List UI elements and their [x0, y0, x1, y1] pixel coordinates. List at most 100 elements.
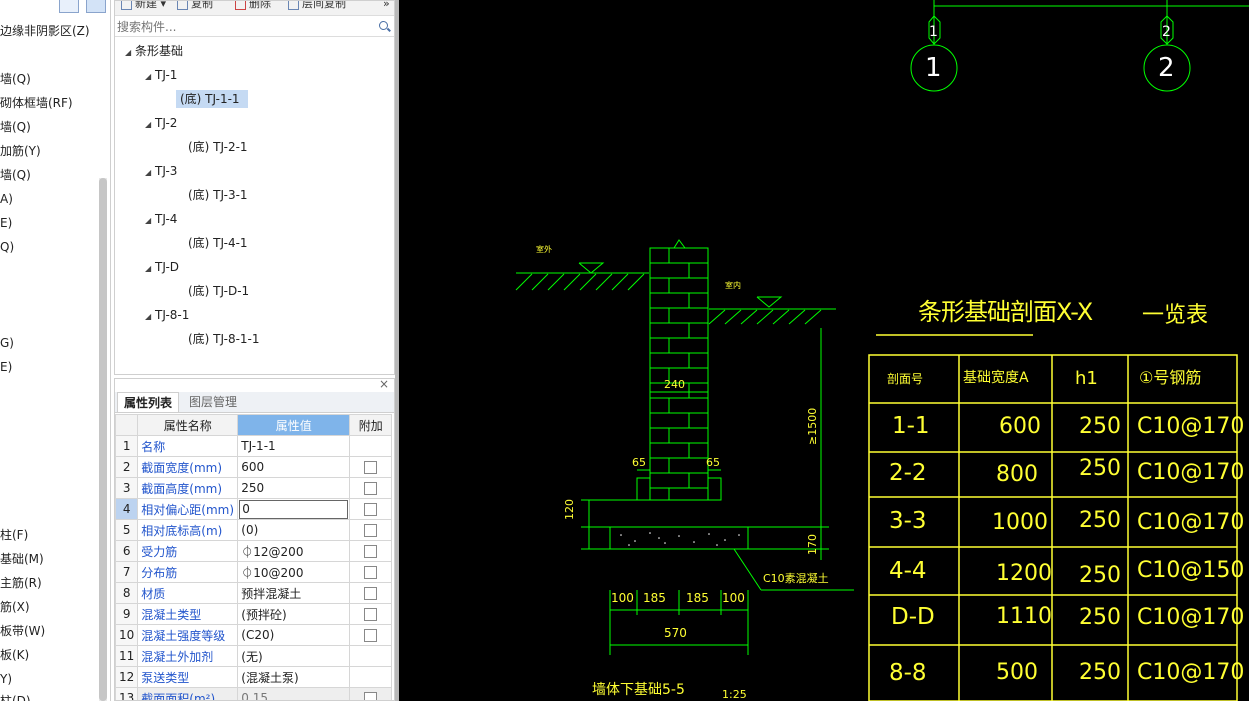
extra-checkbox[interactable]: [364, 629, 378, 642]
nav-scrollbar-thumb[interactable]: [99, 178, 107, 701]
collapse-icon[interactable]: ◢: [145, 308, 155, 326]
property-value[interactable]: (预拌砼): [237, 603, 351, 625]
tree-leaf[interactable]: (底) TJ-8-1-1: [188, 330, 260, 348]
nav-item[interactable]: G): [0, 334, 14, 352]
tree-root[interactable]: ◢ 条形基础: [125, 42, 183, 60]
property-value[interactable]: ⏀10@200: [237, 561, 351, 583]
property-value[interactable]: 预拌混凝土: [237, 582, 351, 604]
tree-group[interactable]: ◢ TJ-3: [145, 162, 177, 180]
tree-group[interactable]: ◢ TJ-8-1: [145, 306, 189, 324]
floor-copy-button[interactable]: 层间复制: [288, 1, 346, 11]
property-value[interactable]: 600: [237, 456, 351, 478]
row-index: 8: [115, 582, 139, 604]
close-icon[interactable]: ×: [379, 379, 389, 391]
tree-group[interactable]: ◢ TJ-2: [145, 114, 177, 132]
nav-item[interactable]: E): [0, 358, 12, 376]
extra-checkbox[interactable]: [364, 503, 378, 516]
table-row[interactable]: 1 名称 TJ-1-1: [115, 435, 393, 457]
table-row[interactable]: 2 截面宽度(mm) 600: [115, 456, 393, 478]
nav-item[interactable]: 加筋(Y): [0, 142, 41, 160]
property-name: 截面面积(m²): [137, 687, 239, 700]
table-row[interactable]: 7 分布筋 ⏀10@200: [115, 561, 393, 583]
tree-leaf[interactable]: (底) TJ-4-1: [188, 234, 248, 252]
nav-item[interactable]: 砌体框墙(RF): [0, 94, 73, 112]
property-edit-input[interactable]: 0: [239, 499, 349, 519]
table-row[interactable]: 13 截面面积(m²) 0.15: [115, 687, 393, 700]
nav-item[interactable]: 板(K): [0, 646, 29, 664]
tab-property-list[interactable]: 属性列表: [117, 392, 180, 412]
collapse-icon[interactable]: ◢: [145, 212, 155, 230]
axis-bubble-1: 1: [925, 53, 942, 83]
tab-layer-management[interactable]: 图层管理: [183, 392, 243, 412]
extra-checkbox[interactable]: [364, 482, 378, 495]
extra-checkbox[interactable]: [364, 587, 378, 600]
collapse-icon[interactable]: ◢: [145, 260, 155, 278]
table-row[interactable]: 8 材质 预拌混凝土: [115, 582, 393, 604]
property-value[interactable]: (无): [237, 645, 351, 667]
table-row[interactable]: 11 混凝土外加剂 (无): [115, 645, 393, 667]
new-button[interactable]: 新建 ▾: [121, 1, 166, 11]
tree-group[interactable]: ◢ TJ-1: [145, 66, 177, 84]
extra-cell: [349, 456, 393, 478]
list-view-icon[interactable]: [59, 0, 79, 13]
nav-item[interactable]: 基础(M): [0, 550, 44, 568]
collapse-icon[interactable]: ◢: [145, 68, 155, 86]
nav-item[interactable]: 墙(Q): [0, 118, 31, 136]
nav-item[interactable]: 边缘非阴影区(Z): [0, 22, 90, 40]
collapse-icon[interactable]: ◢: [125, 44, 135, 62]
nav-item[interactable]: 柱(F): [0, 526, 28, 544]
collapse-icon[interactable]: ◢: [145, 164, 155, 182]
copy-button[interactable]: 复制: [177, 1, 213, 11]
axis-lines: [910, 0, 1249, 92]
nav-item[interactable]: E): [0, 214, 12, 232]
tree-group[interactable]: ◢ TJ-4: [145, 210, 177, 228]
table-row[interactable]: 10 混凝土强度等级 (C20): [115, 624, 393, 646]
new-icon: [121, 1, 132, 10]
table-row[interactable]: 6 受力筋 ⏀12@200: [115, 540, 393, 562]
property-value[interactable]: 250: [237, 477, 351, 499]
nav-item[interactable]: 墙(Q): [0, 70, 31, 88]
table-row[interactable]: 3 截面高度(mm) 250: [115, 477, 393, 499]
nav-item[interactable]: 墙(Q): [0, 166, 31, 184]
header-name: 属性名称: [137, 414, 239, 436]
property-name: 分布筋: [137, 561, 239, 583]
cad-drawing-canvas[interactable]: 1 2 1 2 室外 室内 240 65 65 120 170 ≥1500 10…: [399, 0, 1249, 701]
extra-checkbox[interactable]: [364, 692, 378, 700]
nav-item[interactable]: Y): [0, 670, 12, 688]
table-header: h1: [1075, 368, 1098, 389]
nav-item[interactable]: 板带(W): [0, 622, 45, 640]
tree-view-icon[interactable]: [86, 0, 106, 13]
property-value[interactable]: (C20): [237, 624, 351, 646]
extra-checkbox[interactable]: [364, 545, 378, 558]
search-input[interactable]: [117, 19, 367, 34]
delete-button[interactable]: 删除: [235, 1, 271, 11]
table-row[interactable]: 5 相对底标高(m) (0): [115, 519, 393, 541]
nav-item[interactable]: Q): [0, 238, 14, 256]
extra-checkbox[interactable]: [364, 461, 378, 474]
row-index: 12: [115, 666, 139, 688]
nav-item[interactable]: 主筋(R): [0, 574, 42, 592]
nav-item[interactable]: 筋(X): [0, 598, 30, 616]
table-row-active[interactable]: 4 相对偏心距(mm) 0: [115, 498, 393, 520]
collapse-icon[interactable]: ◢: [145, 116, 155, 134]
table-row[interactable]: 9 混凝土类型 (预拌砼): [115, 603, 393, 625]
extra-checkbox[interactable]: [364, 524, 378, 537]
property-value[interactable]: (0): [237, 519, 351, 541]
tree-leaf[interactable]: (底) TJ-3-1: [188, 186, 248, 204]
nav-item[interactable]: A): [0, 190, 13, 208]
search-icon[interactable]: [379, 21, 388, 30]
property-value[interactable]: (混凝土泵): [237, 666, 351, 688]
toolbar-more-button[interactable]: »: [383, 1, 390, 11]
tree-leaf[interactable]: (底) TJ-2-1: [188, 138, 248, 156]
table-cell: 4-4: [889, 558, 927, 584]
tree-leaf-selected[interactable]: (底) TJ-1-1: [176, 90, 248, 108]
table-row[interactable]: 12 泵送类型 (混凝土泵): [115, 666, 393, 688]
extra-checkbox[interactable]: [364, 608, 378, 621]
property-value[interactable]: ⏀12@200: [237, 540, 351, 562]
extra-checkbox[interactable]: [364, 566, 378, 579]
row-index: 2: [115, 456, 139, 478]
nav-item[interactable]: 柱(D): [0, 692, 31, 701]
tree-group[interactable]: ◢ TJ-D: [145, 258, 179, 276]
property-value[interactable]: TJ-1-1: [237, 435, 351, 457]
tree-leaf[interactable]: (底) TJ-D-1: [188, 282, 249, 300]
